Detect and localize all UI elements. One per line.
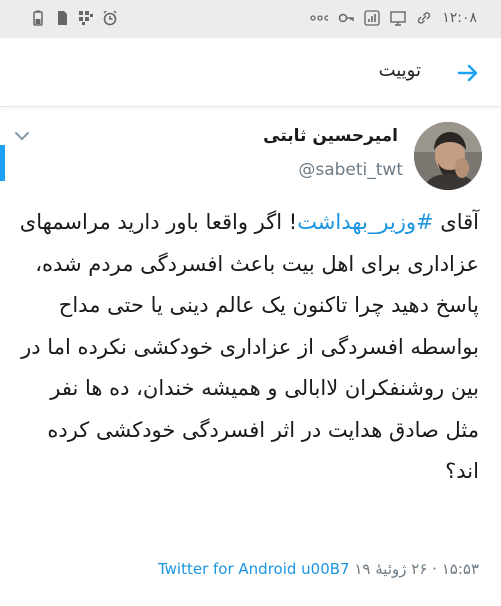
signal-icon <box>364 10 380 26</box>
chevron-down-icon[interactable] <box>14 130 30 142</box>
tweet-source-link[interactable]: Twitter for Android u00B7 <box>158 560 350 578</box>
status-left-icons <box>30 10 118 26</box>
grid-icon <box>79 11 93 25</box>
battery-icon <box>33 10 43 26</box>
user-handle[interactable]: @sabeti_twt <box>298 160 403 180</box>
tweet-text-before: آقای <box>433 210 479 234</box>
avatar-image <box>414 122 482 190</box>
tweet-timestamp: ۱۵:۵۳ · ۲۶ ژوئیهٔ ۱۹ <box>354 560 479 578</box>
avatar[interactable] <box>414 122 482 190</box>
tweet-meta: ۱۵:۵۳ · ۲۶ ژوئیهٔ ۱۹ Twitter for Android… <box>158 560 479 578</box>
sim-icon <box>58 11 67 25</box>
page-title: توییت <box>378 60 421 81</box>
more-dots-icon <box>310 15 329 21</box>
display-name[interactable]: امیرحسین ثابتی <box>263 126 398 146</box>
cast-icon <box>390 11 406 26</box>
app-header: توییت <box>0 38 501 107</box>
link-icon <box>418 12 431 24</box>
status-right-icons: ۱۲:۰۸ <box>308 10 477 26</box>
alarm-icon <box>103 10 117 26</box>
arrow-right-icon[interactable] <box>457 62 479 84</box>
key-icon <box>338 13 354 23</box>
status-time: ۱۲:۰۸ <box>442 10 477 26</box>
tweet-text: آقای #وزیر_بهداشت! اگر واقعا باور دارید … <box>19 202 479 493</box>
hashtag-link[interactable]: #وزیر_بهداشت <box>297 210 433 234</box>
status-bar: ۱۲:۰۸ <box>0 0 501 38</box>
selection-accent-bar <box>0 145 5 181</box>
tweet-text-after: ! اگر واقعا باور دارید مراسمهای عزاداری … <box>19 210 479 483</box>
